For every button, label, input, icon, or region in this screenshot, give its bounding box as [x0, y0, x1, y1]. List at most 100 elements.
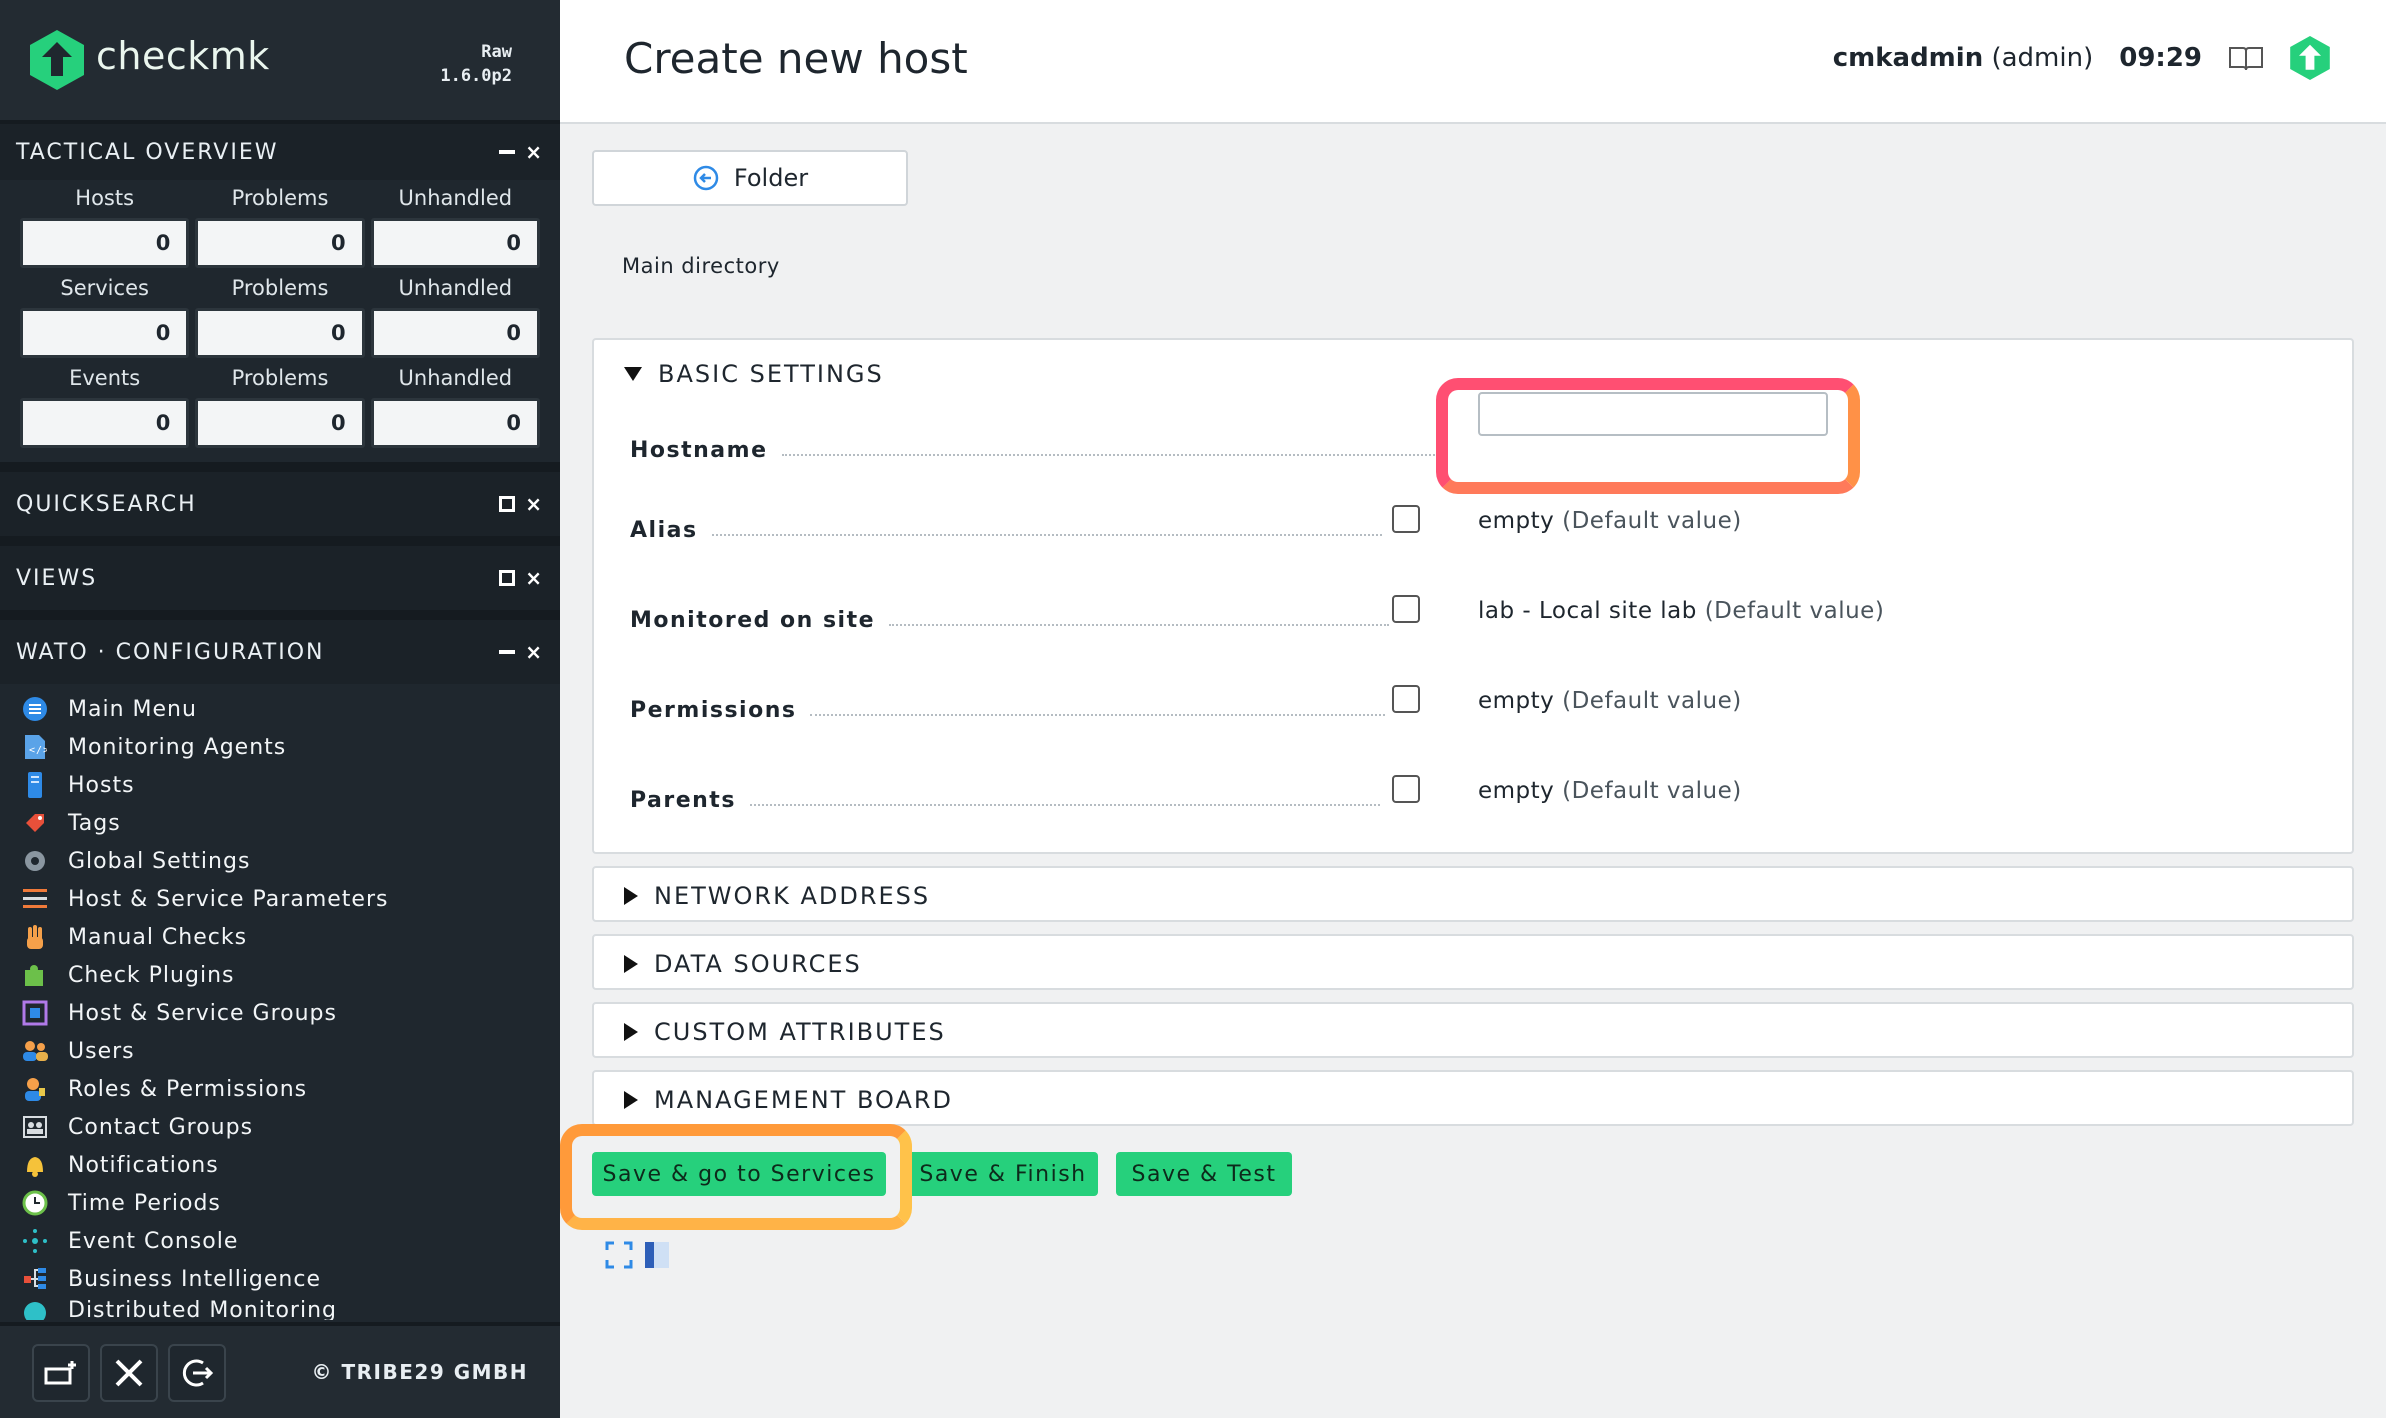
wato-item-manual-checks[interactable]: Manual Checks [20, 918, 560, 956]
tactical-label: Unhandled [398, 276, 513, 300]
snapin-title: WATO · CONFIGURATION [16, 639, 325, 665]
back-arrow-icon [693, 165, 719, 191]
wato-item-contact-groups[interactable]: Contact Groups [20, 1108, 560, 1146]
breadcrumb[interactable]: Main directory [622, 254, 780, 278]
tactical-values-services: 0 0 0 [20, 308, 540, 358]
hosts-count[interactable]: 0 [20, 218, 190, 268]
hand-icon [20, 922, 50, 952]
section-title: DATA SOURCES [654, 950, 862, 978]
wato-item-label: Roles & Permissions [68, 1076, 308, 1102]
wato-item-roles-permissions[interactable]: Roles & Permissions [20, 1070, 560, 1108]
hostname-input[interactable] [1478, 392, 1828, 436]
folder-back-button[interactable]: Folder [592, 150, 908, 206]
wato-item-users[interactable]: Users [20, 1032, 560, 1070]
site-value: lab - Local site lab (Default value) [1478, 598, 1884, 624]
user-info[interactable]: cmkadmin (admin) [1833, 43, 2094, 73]
sidebar: checkmk Raw 1.6.0p2 TACTICAL OVERVIEW × … [0, 0, 560, 1418]
events-problems-count[interactable]: 0 [195, 398, 365, 448]
hosts-unhandled-count[interactable]: 0 [370, 218, 540, 268]
sidebar-toggle-icon[interactable] [644, 1240, 670, 1270]
page-title: Create new host [624, 34, 968, 83]
wato-menu: Main Menu </> Monitoring Agents Hosts Ta… [0, 684, 560, 1320]
wato-item-notifications[interactable]: Notifications [20, 1146, 560, 1184]
alias-default-note: (Default value) [1562, 508, 1742, 534]
parents-value: empty (Default value) [1478, 778, 1742, 804]
custom-attributes-section[interactable]: CUSTOM ATTRIBUTES [592, 1002, 2354, 1058]
expand-triangle-icon [624, 887, 638, 905]
permissions-value: empty (Default value) [1478, 688, 1742, 714]
close-icon[interactable]: × [525, 642, 542, 662]
wato-item-label: Monitoring Agents [68, 734, 287, 760]
checkmk-status-icon[interactable] [2290, 36, 2330, 80]
management-board-section[interactable]: MANAGEMENT BOARD [592, 1070, 2354, 1126]
gear-icon [20, 846, 50, 876]
users-icon [20, 1036, 50, 1066]
save-test-button[interactable]: Save & Test [1116, 1152, 1292, 1196]
services-count[interactable]: 0 [20, 308, 190, 358]
quicksearch-header[interactable]: QUICKSEARCH × [0, 462, 560, 536]
tags-icon [20, 808, 50, 838]
minimize-icon[interactable] [499, 650, 516, 654]
logout-button[interactable] [168, 1344, 226, 1402]
wato-item-distributed-monitoring[interactable]: Distributed Monitoring [20, 1298, 560, 1320]
tools-icon [115, 1359, 143, 1387]
tactical-label: Problems [231, 276, 329, 300]
wato-item-global-settings[interactable]: Global Settings [20, 842, 560, 880]
wato-item-label: Global Settings [68, 848, 251, 874]
wato-item-host-service-groups[interactable]: Host & Service Groups [20, 994, 560, 1032]
wato-item-main-menu[interactable]: Main Menu [20, 690, 560, 728]
alias-checkbox[interactable] [1392, 505, 1420, 533]
wato-item-label: Contact Groups [68, 1114, 254, 1140]
wato-item-host-service-parameters[interactable]: Host & Service Parameters [20, 880, 560, 918]
events-count[interactable]: 0 [20, 398, 190, 448]
wato-item-label: Notifications [68, 1152, 219, 1178]
services-problems-count[interactable]: 0 [195, 308, 365, 358]
close-icon[interactable]: × [525, 568, 542, 588]
save-finish-button[interactable]: Save & Finish [908, 1152, 1098, 1196]
permissions-value-text: empty [1478, 688, 1555, 714]
section-title: CUSTOM ATTRIBUTES [654, 1018, 946, 1046]
snapin-controls: × [499, 142, 542, 162]
permissions-checkbox[interactable] [1392, 685, 1420, 713]
hostname-label: Hostname [630, 437, 768, 463]
logo-text[interactable]: checkmk [96, 34, 270, 78]
hosts-problems-count[interactable]: 0 [195, 218, 365, 268]
maximize-icon[interactable] [499, 570, 516, 586]
add-snapin-button[interactable] [32, 1344, 90, 1402]
parents-checkbox[interactable] [1392, 775, 1420, 803]
distributed-icon [20, 1298, 50, 1320]
wato-item-label: Business Intelligence [68, 1266, 322, 1292]
wato-item-tags[interactable]: Tags [20, 804, 560, 842]
permissions-default-note: (Default value) [1562, 688, 1742, 714]
tactical-overview-header[interactable]: TACTICAL OVERVIEW × [0, 124, 560, 180]
minimize-icon[interactable] [499, 150, 516, 154]
close-icon[interactable]: × [525, 494, 542, 514]
wato-item-time-periods[interactable]: Time Periods [20, 1184, 560, 1222]
data-sources-section[interactable]: DATA SOURCES [592, 934, 2354, 990]
site-checkbox[interactable] [1392, 595, 1420, 623]
tactical-overview: Hosts Problems Unhandled 0 0 0 Services … [0, 180, 560, 462]
contact-groups-icon [20, 1112, 50, 1142]
wato-item-label: Host & Service Parameters [68, 886, 389, 912]
wato-item-check-plugins[interactable]: Check Plugins [20, 956, 560, 994]
network-address-section[interactable]: NETWORK ADDRESS [592, 866, 2354, 922]
tactical-label: Unhandled [398, 366, 513, 390]
wato-item-label: Event Console [68, 1228, 239, 1254]
wato-item-event-console[interactable]: Event Console [20, 1222, 560, 1260]
events-unhandled-count[interactable]: 0 [370, 398, 540, 448]
wato-item-monitoring-agents[interactable]: </> Monitoring Agents [20, 728, 560, 766]
fullscreen-icon[interactable] [604, 1240, 634, 1270]
wato-header[interactable]: WATO · CONFIGURATION × [0, 610, 560, 684]
wato-item-hosts[interactable]: Hosts [20, 766, 560, 804]
maximize-icon[interactable] [499, 496, 516, 512]
edit-mode-button[interactable] [100, 1344, 158, 1402]
basic-settings-header[interactable]: BASIC SETTINGS [624, 360, 884, 388]
folder-button-label: Folder [733, 164, 809, 192]
save-go-to-services-button[interactable]: Save & go to Services [592, 1152, 886, 1196]
wato-item-business-intelligence[interactable]: Business Intelligence [20, 1260, 560, 1298]
checkmk-logo-icon[interactable] [30, 30, 84, 90]
close-icon[interactable]: × [525, 142, 542, 162]
services-unhandled-count[interactable]: 0 [370, 308, 540, 358]
help-book-icon[interactable] [2228, 44, 2264, 72]
views-header[interactable]: VIEWS × [0, 536, 560, 610]
